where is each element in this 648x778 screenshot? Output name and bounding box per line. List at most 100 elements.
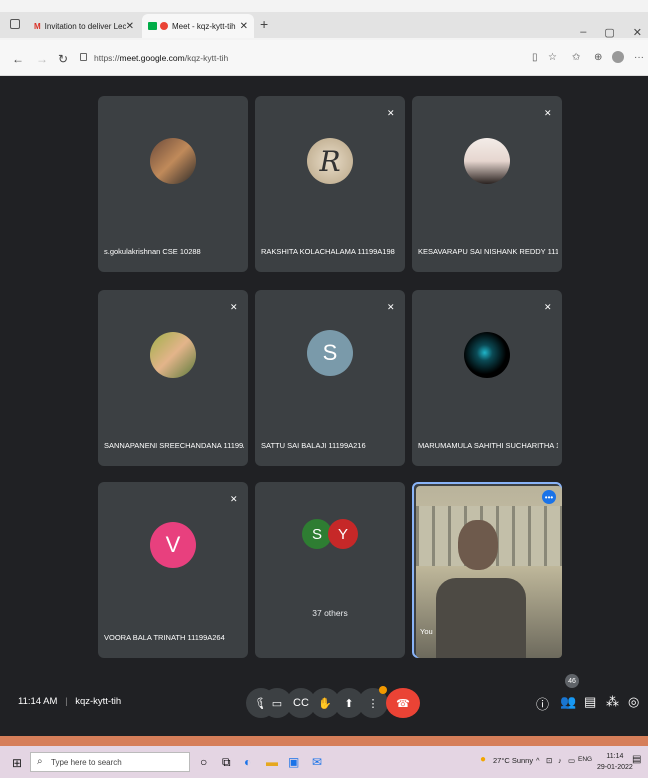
address-toolbar: ← → ↻ https://meet.google.com/kqz-kytt-t…	[0, 40, 648, 76]
file-explorer-icon[interactable]: ▬	[266, 755, 278, 769]
participant-photo	[150, 332, 196, 378]
new-tab-button[interactable]: +	[260, 16, 268, 32]
participant-name: KESAVARAPU SAI NISHANK REDDY 11199A1...	[418, 247, 558, 256]
minimize-button[interactable]: –	[580, 26, 586, 39]
chat-icon[interactable]: ▤	[584, 694, 596, 710]
participant-name: You	[420, 627, 433, 636]
url-prefix: https://	[94, 53, 120, 63]
meeting-details-icon[interactable]: ⓘ	[536, 694, 549, 713]
search-placeholder: Type here to search	[51, 757, 122, 767]
volume-icon[interactable]: ♪	[558, 756, 562, 765]
tab-gmail-invitation[interactable]: M Invitation to deliver Lecture on C ✕	[28, 14, 140, 38]
activities-icon[interactable]: ⁂	[606, 694, 619, 710]
participant-tile[interactable]: s.gokulakrishnan CSE 10288	[98, 96, 248, 272]
participant-name: RAKSHITA KOLACHALAMA 11199A198	[261, 247, 395, 256]
close-tab-icon[interactable]: ✕	[126, 21, 134, 32]
cortana-icon[interactable]: ○	[200, 755, 207, 769]
taskbar-search-box[interactable]: ⌕ Type here to search	[30, 752, 190, 772]
restore-button[interactable]: ▢	[604, 26, 614, 39]
tab-label: Meet - kqz-kytt-tih	[172, 21, 236, 31]
recording-icon	[160, 22, 168, 30]
notifications-icon[interactable]: ▤	[632, 754, 641, 765]
participant-tile[interactable]: ✕ KESAVARAPU SAI NISHANK REDDY 11199A1..…	[412, 96, 562, 272]
language-indicator[interactable]: ENG	[578, 756, 592, 763]
reader-view-icon[interactable]: ▯	[532, 52, 538, 63]
clock-date: 29-01-2022	[597, 764, 633, 771]
more-options-icon[interactable]: •••	[542, 490, 556, 504]
refresh-icon[interactable]: ↻	[58, 52, 68, 66]
meet-stage: s.gokulakrishnan CSE 10288 ✕ R RAKSHITA …	[0, 76, 648, 736]
favorites-icon[interactable]: ✩	[572, 52, 580, 63]
person-head	[458, 520, 498, 570]
participant-tile[interactable]: ✕ R RAKSHITA KOLACHALAMA 11199A198	[255, 96, 405, 272]
participant-avatar: Y	[328, 519, 358, 549]
separator: |	[65, 696, 68, 707]
mic-muted-icon: ✕	[387, 302, 395, 312]
meeting-code: kqz-kytt-tih	[75, 696, 122, 707]
mic-muted-icon: ✕	[230, 302, 238, 312]
meet-control-bar: 11:14 AM | kqz-kytt-tih 🎙 ▭ CC ✋ ⬆ ⋮ ☎ ⓘ…	[0, 672, 648, 736]
tab-actions-icon[interactable]	[10, 19, 20, 29]
window-controls: – ▢ ✕	[580, 26, 642, 39]
close-tab-icon[interactable]: ✕	[240, 21, 248, 32]
tab-bar: M Invitation to deliver Lecture on C ✕ M…	[0, 12, 648, 39]
participant-name: MARUMAMULA SAHITHI SUCHARITHA 1119...	[418, 441, 558, 450]
end-call-button[interactable]: ☎	[386, 688, 420, 718]
participant-photo	[464, 332, 510, 378]
collections-icon[interactable]: ⊕	[594, 52, 602, 63]
url-path: /kqz-kytt-tih	[184, 53, 229, 63]
mail-icon[interactable]: ✉	[312, 755, 322, 769]
more-menu-icon[interactable]: ···	[634, 52, 644, 63]
participant-name: SATTU SAI BALAJI 11199A216	[261, 441, 366, 450]
participants-count-badge: 46	[565, 674, 579, 688]
favorite-star-icon[interactable]: ☆	[548, 52, 557, 63]
mic-muted-icon: ✕	[387, 108, 395, 118]
participant-tile[interactable]: ✕ MARUMAMULA SAHITHI SUCHARITHA 1119...	[412, 290, 562, 466]
meet-icon	[148, 22, 157, 30]
person-body	[436, 578, 526, 658]
participant-tile[interactable]: ✕ V VOORA BALA TRINATH 11199A264	[98, 482, 248, 658]
self-camera-feed	[416, 486, 562, 658]
participant-photo: R	[307, 138, 353, 184]
address-bar[interactable]: https://meet.google.com/kqz-kytt-tih	[80, 48, 540, 68]
mic-muted-icon: ✕	[230, 494, 238, 504]
edge-icon[interactable]: ◐	[244, 755, 251, 769]
participant-name: s.gokulakrishnan CSE 10288	[104, 247, 201, 256]
clock-time: 11:14	[606, 753, 624, 760]
mic-muted-icon: ✕	[544, 108, 552, 118]
forward-icon[interactable]: →	[36, 52, 48, 66]
task-view-icon[interactable]: ⧉	[222, 755, 231, 770]
self-video-tile[interactable]: ••• You	[412, 482, 562, 658]
back-icon[interactable]: ←	[12, 52, 24, 66]
meeting-info: 11:14 AM | kqz-kytt-tih	[18, 696, 121, 707]
tab-label: Invitation to deliver Lecture on C	[44, 21, 126, 31]
profile-avatar[interactable]	[612, 51, 624, 63]
store-icon[interactable]: ▣	[288, 755, 299, 769]
windows-start-icon[interactable]: ⊞	[12, 756, 22, 770]
participant-photo	[464, 138, 510, 184]
participant-name: SANNAPANENI SREECHANDANA 11199A214	[104, 441, 244, 450]
others-count-label: 37 others	[312, 608, 348, 618]
url-host: meet.google.com	[119, 53, 185, 63]
taskbar-clock[interactable]: 11:14 29-01-2022	[597, 751, 633, 773]
lock-icon	[80, 53, 87, 61]
close-window-button[interactable]: ✕	[633, 26, 642, 39]
tab-meet[interactable]: Meet - kqz-kytt-tih ✕	[142, 14, 254, 38]
battery-icon[interactable]: ▭	[568, 756, 575, 765]
weather-widget[interactable]: 27°C Sunny	[493, 756, 533, 765]
participant-avatar: V	[150, 522, 196, 568]
network-icon[interactable]: ⊡	[546, 756, 552, 765]
search-icon: ⌕	[37, 756, 43, 767]
participant-photo	[150, 138, 196, 184]
host-controls-icon[interactable]: ◎	[628, 694, 639, 710]
show-hidden-icons[interactable]: ^	[536, 756, 540, 765]
gmail-icon: M	[34, 21, 41, 31]
participant-tile[interactable]: ✕ S SATTU SAI BALAJI 11199A216	[255, 290, 405, 466]
others-tile[interactable]: S Y 37 others	[255, 482, 405, 658]
mic-muted-icon: ✕	[544, 302, 552, 312]
current-time: 11:14 AM	[18, 696, 58, 707]
participant-avatar: S	[307, 330, 353, 376]
participant-tile[interactable]: ✕ SANNAPANENI SREECHANDANA 11199A214	[98, 290, 248, 466]
people-icon[interactable]: 👥	[560, 694, 576, 710]
weather-sun-icon: ●	[480, 754, 487, 765]
